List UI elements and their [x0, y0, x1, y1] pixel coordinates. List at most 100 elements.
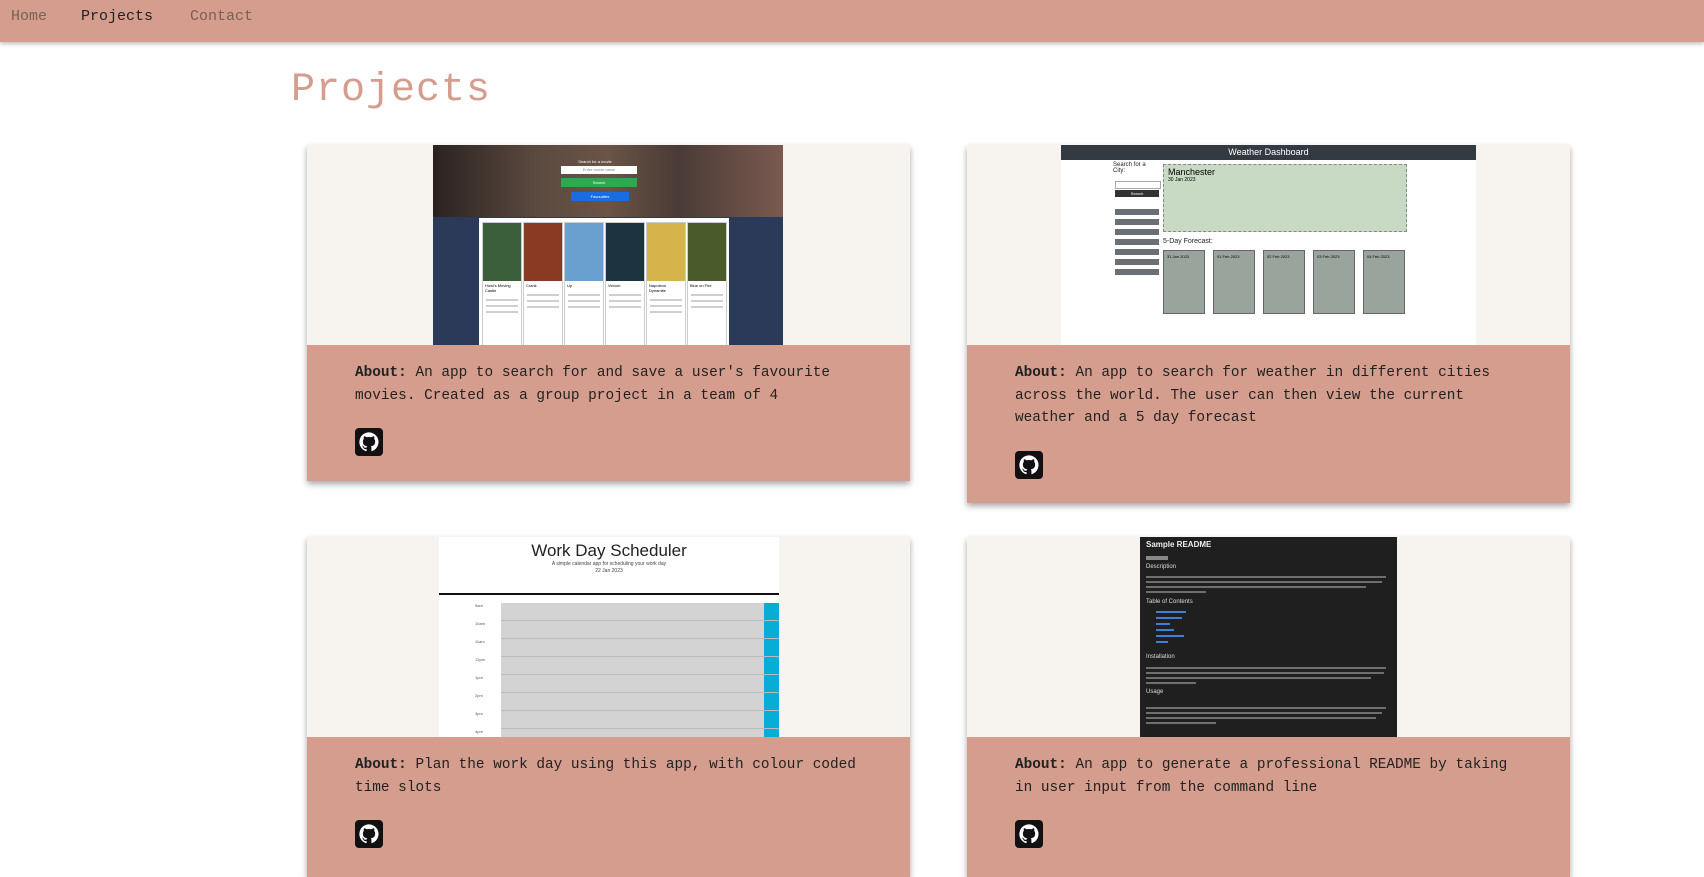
weather-history-item	[1115, 219, 1159, 225]
hour-label: 3pm	[475, 711, 483, 716]
weather-history-item	[1115, 259, 1159, 265]
forecast-day-card: 31 Jan 2023	[1163, 250, 1205, 314]
movie-card: Crank	[523, 222, 563, 345]
readme-section-heading: Installation	[1146, 654, 1175, 660]
readme-text-line	[1146, 576, 1386, 578]
movie-card: Howl's Moving Castle	[482, 222, 522, 345]
readme-toc-link	[1156, 611, 1186, 613]
scheduler-date: 22 Jan 2023	[595, 568, 623, 574]
movie-search-input: Enter movie name	[561, 166, 637, 174]
about-label: About:	[355, 757, 407, 773]
project-description: About: Plan the work day using this app,…	[307, 737, 910, 848]
scheduler-divider	[439, 593, 779, 595]
weather-history-item	[1115, 239, 1159, 245]
readme-toc-link	[1156, 629, 1174, 631]
project-card-movie-search: Search for a movie Enter movie name Sear…	[307, 145, 910, 481]
movie-card: Up	[564, 222, 604, 345]
forecast-day-card: 02 Feb 2023	[1263, 250, 1305, 314]
scheduler-app-screenshot: Work Day Scheduler A simple calendar app…	[439, 537, 779, 737]
readme-text-line	[1146, 712, 1382, 714]
project-description: About: An app to search for weather in d…	[967, 345, 1570, 479]
weather-history-item	[1115, 269, 1159, 275]
readme-badge	[1146, 556, 1168, 560]
readme-toc-link	[1156, 617, 1182, 619]
nav-link-contact[interactable]: Contact	[190, 8, 253, 25]
about-label: About:	[1015, 757, 1067, 773]
weather-history-item	[1115, 209, 1159, 215]
project-screenshot: Work Day Scheduler A simple calendar app…	[307, 537, 910, 737]
hour-label: 4pm	[475, 729, 483, 734]
movie-results-panel: Howl's Moving Castle Crank Up Venom Napo…	[479, 218, 729, 345]
hour-label: 10am	[475, 621, 486, 626]
project-card-work-day-scheduler: Work Day Scheduler A simple calendar app…	[307, 537, 910, 877]
movie-favourites-button: Favourites	[571, 192, 629, 201]
about-text: An app to search for and save a user's f…	[355, 365, 830, 404]
nav-link-home[interactable]: Home	[11, 8, 47, 25]
about-text: An app to search for weather in differen…	[1015, 365, 1490, 426]
weather-date: 30 Jan 2023	[1168, 177, 1196, 183]
readme-text-line	[1146, 581, 1382, 583]
time-block	[501, 693, 779, 711]
readme-text-line	[1146, 672, 1384, 674]
about-label: About:	[355, 365, 407, 381]
top-navbar: Home Projects Contact	[0, 0, 1704, 42]
forecast-day-card: 04 Feb 2023	[1363, 250, 1405, 314]
time-block	[501, 675, 779, 693]
scheduler-subtitle: A simple calendar app for scheduling you…	[551, 561, 667, 567]
project-card-readme-generator: Sample README Description Table of Conte…	[967, 537, 1570, 877]
readme-text-line	[1146, 707, 1386, 709]
nav-link-projects[interactable]: Projects	[81, 8, 153, 25]
project-screenshot: Sample README Description Table of Conte…	[967, 537, 1570, 737]
project-description: About: An app to generate a professional…	[967, 737, 1570, 848]
hour-label: 1pm	[475, 675, 483, 680]
time-block	[501, 711, 779, 729]
movie-app-screenshot: Search for a movie Enter movie name Sear…	[433, 145, 783, 345]
weather-current-panel: Manchester 30 Jan 2023	[1163, 164, 1407, 232]
readme-text-line	[1146, 591, 1206, 593]
project-description: About: An app to search for and save a u…	[307, 345, 910, 456]
weather-search-input	[1115, 181, 1161, 189]
readme-text-line	[1146, 667, 1386, 669]
time-block	[501, 639, 779, 657]
time-block	[501, 729, 779, 737]
readme-toc-link	[1156, 635, 1184, 637]
project-card-weather-dashboard: Weather Dashboard Search for a City: Sea…	[967, 145, 1570, 503]
github-icon[interactable]	[1015, 450, 1043, 479]
time-block	[501, 621, 779, 639]
readme-title: Sample README	[1146, 540, 1212, 549]
readme-section-heading: Description	[1146, 564, 1177, 570]
github-icon[interactable]	[355, 820, 383, 848]
readme-text-line	[1146, 717, 1376, 719]
project-screenshot: Weather Dashboard Search for a City: Sea…	[967, 145, 1570, 345]
forecast-day-card: 03 Feb 2023	[1313, 250, 1355, 314]
weather-city: Manchester	[1168, 167, 1216, 177]
readme-section-heading: Table of Contents	[1146, 599, 1193, 605]
movie-search-title: Search for a movie	[578, 159, 612, 164]
weather-history-item	[1115, 229, 1159, 235]
movie-card: Blue on Fire	[687, 222, 727, 345]
readme-toc-link	[1156, 623, 1170, 625]
weather-search-label: Search for a City:	[1113, 162, 1146, 174]
weather-app-screenshot: Weather Dashboard Search for a City: Sea…	[1061, 145, 1476, 345]
weather-search-button: Search	[1115, 190, 1159, 197]
time-block	[501, 603, 779, 621]
hour-label: 9am	[475, 603, 483, 608]
weather-header: Weather Dashboard	[1061, 145, 1476, 160]
github-icon[interactable]	[355, 428, 383, 456]
about-text: An app to generate a professional README…	[1015, 757, 1508, 796]
movie-card: Venom	[605, 222, 645, 345]
github-icon[interactable]	[1015, 820, 1043, 848]
readme-text-line	[1146, 586, 1366, 588]
readme-section-heading: Usage	[1146, 689, 1164, 695]
readme-toc-link	[1156, 641, 1168, 643]
movie-search-button: Search	[561, 178, 637, 187]
readme-text-line	[1146, 722, 1216, 724]
page-title: Projects	[291, 68, 492, 113]
project-screenshot: Search for a movie Enter movie name Sear…	[307, 145, 910, 345]
forecast-day-card: 01 Feb 2023	[1213, 250, 1255, 314]
movie-card: Napoleon Dynamite	[646, 222, 686, 345]
weather-history-item	[1115, 249, 1159, 255]
weather-forecast-title: 5-Day Forecast:	[1163, 238, 1213, 245]
time-block	[501, 657, 779, 675]
about-text: Plan the work day using this app, with c…	[355, 757, 856, 796]
